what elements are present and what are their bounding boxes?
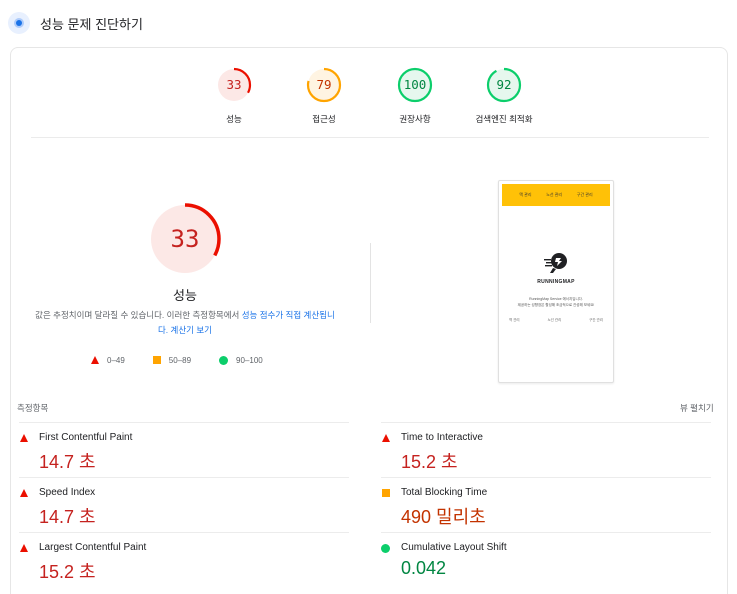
- pass-circle-icon: [381, 544, 390, 553]
- calculator-link[interactable]: 다. 계산기 보기: [158, 325, 212, 335]
- legend-fail-label: 0–49: [107, 355, 125, 365]
- metric-value: 14.7 초: [39, 507, 96, 527]
- metric-fcp: First Contentful Paint 14.7 초: [19, 422, 349, 477]
- screenshot-nav-item: 노선 관리: [546, 192, 563, 197]
- metric-name: Total Blocking Time: [401, 487, 488, 498]
- metric-value: 15.2 초: [401, 452, 458, 472]
- metric-name: Cumulative Layout Shift: [401, 542, 507, 553]
- score-calc-link[interactable]: 성능 점수가 직접 계산됩니: [242, 310, 335, 320]
- score-ring: 33: [215, 66, 253, 104]
- fail-triangle-icon: [20, 434, 28, 442]
- metric-lcp: Largest Contentful Paint 15.2 초: [19, 532, 349, 587]
- final-screenshot[interactable]: 맥 관리 노선 관리 구간 관리 RUNNINGMAP RunningMap S…: [498, 180, 614, 383]
- performance-score-label: 성능: [173, 288, 197, 303]
- score-legend: 0–49 50–89 90–100: [91, 353, 291, 367]
- note-text: 값은 추정치이며 달라질 수 있습니다. 이러한 측정항목에서: [35, 310, 242, 320]
- metric-value: 0.042: [401, 558, 447, 578]
- score-ring: 79: [305, 66, 343, 104]
- screenshot-link: 역 관리: [509, 318, 520, 322]
- triangle-icon: [91, 356, 99, 364]
- gauge-label: 검색엔진 최적화: [475, 114, 533, 124]
- gauge-best-practices[interactable]: 100 권장사항: [370, 66, 460, 125]
- running-logo-icon: [544, 253, 567, 273]
- gauge-label: 성능: [226, 114, 242, 124]
- square-icon: [152, 356, 161, 364]
- gauge-performance[interactable]: 33 성능: [189, 66, 279, 125]
- screenshot-desc-line: 제공하는 성향장은 활성해 조금적으로 관성해 보세요!: [517, 303, 595, 307]
- metric-name: First Contentful Paint: [39, 432, 133, 443]
- legend-average: 50–89: [152, 355, 192, 365]
- fail-triangle-icon: [20, 489, 28, 497]
- gauge-accessibility[interactable]: 79 접근성: [279, 66, 369, 125]
- fail-triangle-icon: [382, 434, 390, 442]
- performance-score-value: 33: [170, 225, 200, 253]
- average-square-icon: [382, 489, 390, 497]
- metric-cls: Cumulative Layout Shift 0.042: [381, 532, 711, 587]
- score-value: 33: [226, 77, 242, 92]
- page-title: 성능 문제 진단하기: [40, 16, 143, 32]
- metric-tti: Time to Interactive 15.2 초: [381, 422, 711, 477]
- score-value: 100: [403, 77, 427, 92]
- screenshot-desc: RunningMap Service 에서지입니다. 제공하는 성향장은 활성해…: [507, 296, 605, 308]
- gauge-label: 권장사항: [399, 114, 431, 124]
- screenshot-link: 구간 관리: [589, 318, 603, 322]
- divider: [31, 137, 709, 138]
- score-ring: 100: [396, 66, 434, 104]
- screenshot-nav-item: 구간 관리: [576, 192, 593, 197]
- screenshot-nav: 맥 관리 노선 관리 구간 관리: [502, 184, 610, 206]
- legend-pass: 90–100: [219, 355, 263, 365]
- screenshot-brand: RUNNINGMAP: [537, 279, 575, 285]
- metric-name: Time to Interactive: [401, 432, 483, 443]
- report-card: 33 성능 79 접근성 100 권장사항 92 검색엔진 최적화 33 성능 …: [10, 47, 728, 594]
- score-note: 값은 추정치이며 달라질 수 있습니다. 이러한 측정항목에서 성능 점수가 직…: [25, 308, 345, 338]
- screenshot-links: 역 관리 노선 관리 구간 관리: [509, 318, 603, 323]
- metrics-title: 측정항목: [17, 403, 49, 413]
- performance-score-gauge: 33: [148, 202, 222, 276]
- metric-name: Largest Contentful Paint: [39, 542, 147, 553]
- screenshot-link: 노선 관리: [547, 318, 562, 322]
- metric-speed-index: Speed Index 14.7 초: [19, 477, 349, 532]
- legend-pass-label: 90–100: [236, 355, 263, 365]
- metric-name: Speed Index: [39, 487, 96, 498]
- score-ring: 92: [485, 66, 523, 104]
- score-value: 79: [316, 77, 332, 92]
- circle-icon: [219, 355, 229, 365]
- metric-value: 15.2 초: [39, 562, 96, 582]
- screenshot-nav-item: 맥 관리: [519, 192, 532, 197]
- score-value: 92: [496, 77, 512, 92]
- category-gauges: 33 성능 79 접근성 100 권장사항 92 검색엔진 최적화: [11, 66, 729, 128]
- metric-value: 14.7 초: [39, 452, 96, 472]
- diagnose-icon: [8, 12, 30, 34]
- metric-tbt: Total Blocking Time 490 밀리초: [381, 477, 711, 532]
- expand-view-toggle[interactable]: 뷰 펼치기: [680, 402, 714, 414]
- gauge-seo[interactable]: 92 검색엔진 최적화: [459, 66, 549, 125]
- legend-fail: 0–49: [91, 356, 125, 365]
- vertical-divider: [370, 243, 371, 323]
- legend-average-label: 50–89: [168, 355, 192, 365]
- page-header: 성능 문제 진단하기: [8, 10, 143, 36]
- gauge-label: 접근성: [312, 114, 336, 124]
- metric-value: 490 밀리초: [401, 507, 486, 527]
- fail-triangle-icon: [20, 544, 28, 552]
